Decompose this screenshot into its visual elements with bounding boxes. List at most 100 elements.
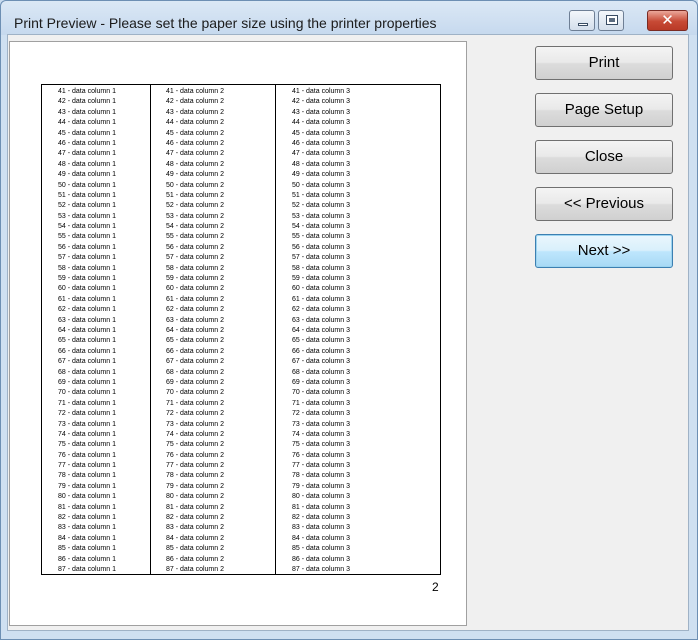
table-cell: 72 - data column 1: [58, 410, 116, 418]
table-cell: 62 - data column 1: [58, 306, 116, 314]
page-number: 2: [432, 580, 439, 594]
column-divider: [150, 85, 151, 574]
table-cell: 78 - data column 3: [292, 472, 350, 480]
table-cell: 80 - data column 2: [166, 493, 224, 501]
table-cell: 72 - data column 2: [166, 410, 224, 418]
table-cell: 52 - data column 2: [166, 202, 224, 210]
table-cell: 82 - data column 1: [58, 514, 116, 522]
table-cell: 60 - data column 1: [58, 285, 116, 293]
table-cell: 71 - data column 3: [292, 399, 350, 407]
table-cell: 77 - data column 2: [166, 462, 224, 470]
table-cell: 59 - data column 3: [292, 275, 350, 283]
table-cell: 62 - data column 3: [292, 306, 350, 314]
table-cell: 64 - data column 3: [292, 326, 350, 334]
minimize-icon: [578, 23, 588, 26]
table-cell: 72 - data column 3: [292, 410, 350, 418]
column-divider: [275, 85, 276, 574]
minimize-button[interactable]: [569, 10, 595, 31]
maximize-button[interactable]: [598, 10, 624, 31]
table-cell: 44 - data column 3: [292, 119, 350, 127]
table-cell: 43 - data column 2: [166, 108, 224, 116]
table-cell: 64 - data column 2: [166, 326, 224, 334]
table-cell: 82 - data column 2: [166, 514, 224, 522]
table-cell: 51 - data column 1: [58, 191, 116, 199]
table-cell: 65 - data column 1: [58, 337, 116, 345]
table-cell: 79 - data column 1: [58, 482, 116, 490]
table-cell: 61 - data column 3: [292, 295, 350, 303]
table-cell: 79 - data column 3: [292, 482, 350, 490]
previous-button[interactable]: << Previous: [535, 187, 673, 221]
next-button[interactable]: Next >>: [535, 234, 673, 268]
table-cell: 41 - data column 1: [58, 88, 116, 95]
table-cell: 45 - data column 1: [58, 129, 116, 137]
table-cell: 71 - data column 1: [58, 399, 116, 407]
table-cell: 60 - data column 2: [166, 285, 224, 293]
table-cell: 66 - data column 2: [166, 347, 224, 355]
table-cell: 68 - data column 2: [166, 368, 224, 376]
table-cell: 74 - data column 2: [166, 430, 224, 438]
table-cell: 87 - data column 2: [166, 565, 224, 573]
table-cell: 53 - data column 3: [292, 212, 350, 220]
table-cell: 67 - data column 1: [58, 358, 116, 366]
table-cell: 51 - data column 3: [292, 191, 350, 199]
table-cell: 77 - data column 1: [58, 462, 116, 470]
table-cell: 41 - data column 3: [292, 88, 350, 95]
table-cell: 85 - data column 3: [292, 545, 350, 553]
data-table: 41 - data column 1 42 - data column 1 43 -…: [41, 84, 441, 575]
table-cell: 54 - data column 1: [58, 223, 116, 231]
table-cell: 69 - data column 1: [58, 378, 116, 386]
table-cell: 74 - data column 1: [58, 430, 116, 438]
table-cell: 49 - data column 2: [166, 171, 224, 179]
table-cell: 66 - data column 1: [58, 347, 116, 355]
table-cell: 77 - data column 3: [292, 462, 350, 470]
table-cell: 58 - data column 1: [58, 264, 116, 272]
table-cell: 73 - data column 2: [166, 420, 224, 428]
table-cell: 75 - data column 2: [166, 441, 224, 449]
table-cell: 70 - data column 1: [58, 389, 116, 397]
close-button[interactable]: Close: [535, 140, 673, 174]
table-cell: 50 - data column 2: [166, 181, 224, 189]
table-cell: 69 - data column 2: [166, 378, 224, 386]
table-cell: 55 - data column 2: [166, 233, 224, 241]
table-cell: 48 - data column 1: [58, 160, 116, 168]
table-cell: 83 - data column 3: [292, 524, 350, 532]
table-cell: 58 - data column 2: [166, 264, 224, 272]
table-cell: 51 - data column 2: [166, 191, 224, 199]
table-cell: 52 - data column 3: [292, 202, 350, 210]
table-cell: 56 - data column 2: [166, 243, 224, 251]
table-cell: 45 - data column 3: [292, 129, 350, 137]
table-cell: 81 - data column 3: [292, 503, 350, 511]
table-cell: 81 - data column 2: [166, 503, 224, 511]
table-cell: 54 - data column 2: [166, 223, 224, 231]
table-cell: 83 - data column 2: [166, 524, 224, 532]
table-cell: 48 - data column 3: [292, 160, 350, 168]
table-cell: 46 - data column 2: [166, 139, 224, 147]
table-cell: 42 - data column 1: [58, 98, 116, 106]
window-title: Print Preview - Please set the paper siz…: [14, 15, 437, 31]
table-cell: 44 - data column 1: [58, 119, 116, 127]
table-cell: 84 - data column 2: [166, 534, 224, 542]
title-bar[interactable]: Print Preview - Please set the paper siz…: [1, 1, 697, 35]
table-cell: 49 - data column 3: [292, 171, 350, 179]
table-cell: 80 - data column 1: [58, 493, 116, 501]
table-cell: 57 - data column 3: [292, 254, 350, 262]
table-cell: 69 - data column 3: [292, 378, 350, 386]
table-cell: 76 - data column 2: [166, 451, 224, 459]
table-cell: 56 - data column 1: [58, 243, 116, 251]
print-button[interactable]: Print: [535, 46, 673, 80]
table-cell: 50 - data column 1: [58, 181, 116, 189]
table-cell: 74 - data column 3: [292, 430, 350, 438]
table-cell: 47 - data column 1: [58, 150, 116, 158]
table-cell: 58 - data column 3: [292, 264, 350, 272]
page-setup-button[interactable]: Page Setup: [535, 93, 673, 127]
table-cell: 64 - data column 1: [58, 326, 116, 334]
table-cell: 73 - data column 1: [58, 420, 116, 428]
table-cell: 50 - data column 3: [292, 181, 350, 189]
table-cell: 47 - data column 3: [292, 150, 350, 158]
table-cell: 44 - data column 2: [166, 119, 224, 127]
table-cell: 87 - data column 1: [58, 565, 116, 573]
close-window-button[interactable]: ✕: [647, 10, 688, 31]
table-cell: 85 - data column 1: [58, 545, 116, 553]
table-cell: 46 - data column 1: [58, 139, 116, 147]
table-cell: 86 - data column 1: [58, 555, 116, 563]
